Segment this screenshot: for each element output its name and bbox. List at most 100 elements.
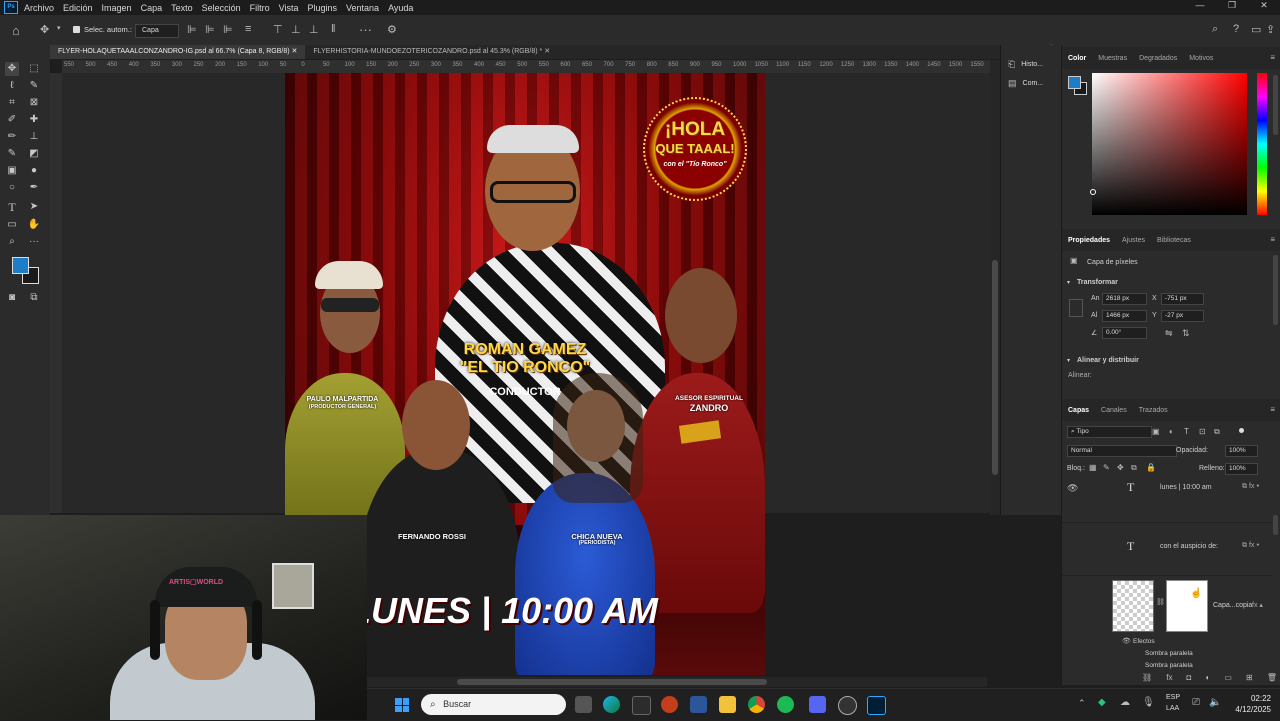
language-top[interactable]: ESP — [1166, 694, 1180, 701]
layer-select-dropdown[interactable]: Capa — [135, 24, 179, 38]
panel-menu-icon[interactable]: ≡ — [1270, 53, 1275, 62]
menu-archivo[interactable]: Archivo — [24, 3, 54, 13]
help-icon[interactable]: ? — [1233, 23, 1239, 35]
lasso-tool-icon[interactable]: ℓ — [5, 79, 19, 93]
eye-icon[interactable]: 👁 — [1067, 483, 1078, 494]
menu-seleccion[interactable]: Selección — [202, 3, 241, 13]
lock-pixels-icon[interactable]: ✎ — [1103, 463, 1110, 472]
windows-start-icon[interactable] — [395, 698, 409, 712]
tab-flyer-hola[interactable]: FLYER-HOLAQUETAAALCONZANDRO-IG.psd al 66… — [50, 45, 306, 59]
language-bottom[interactable]: LAA — [1166, 705, 1179, 712]
tab-bibliotecas[interactable]: Bibliotecas — [1157, 237, 1191, 244]
distribute-vertical-icon[interactable]: ‖ — [331, 23, 336, 35]
distribute-icon[interactable]: ≡ — [245, 23, 251, 35]
taskbar-search[interactable]: ⌕ Buscar — [421, 694, 566, 715]
clock-date[interactable]: 4/12/2025 — [1217, 705, 1271, 714]
effects-eye-icon[interactable]: 👁 — [1122, 637, 1131, 645]
lock-position-icon[interactable]: ✥ — [1117, 463, 1124, 472]
tab-capas[interactable]: Capas — [1068, 407, 1089, 414]
workspace-icon[interactable]: ▭ — [1251, 23, 1261, 36]
panel-menu-icon[interactable]: ≡ — [1270, 405, 1275, 414]
hand-tool-icon[interactable]: ✋ — [27, 218, 41, 232]
home-icon[interactable]: ⌂ — [12, 23, 20, 38]
hue-slider[interactable] — [1257, 73, 1267, 215]
fx-add-icon[interactable]: fx — [1166, 673, 1172, 685]
new-layer-icon[interactable]: ⊞ — [1246, 673, 1253, 685]
effect-item[interactable]: Sombra paralela — [1145, 650, 1193, 657]
blend-mode-dropdown[interactable]: Normal — [1067, 445, 1177, 457]
auto-select-checkbox[interactable] — [73, 26, 80, 33]
layer-row[interactable]: T con el auspicio de: ⧉ fx ▾ — [1062, 523, 1272, 576]
file-explorer-icon[interactable] — [719, 696, 736, 713]
canvas-horizontal-scrollbar[interactable] — [367, 677, 987, 687]
spotify-icon[interactable] — [777, 696, 794, 713]
chevron-down-icon[interactable]: ▾ — [57, 24, 61, 32]
restore-icon[interactable]: ❐ — [1216, 0, 1248, 11]
menu-imagen[interactable]: Imagen — [102, 3, 132, 13]
tab-ajustes[interactable]: Ajustes — [1122, 237, 1145, 244]
width-field[interactable]: 2618 px — [1102, 293, 1147, 305]
minimize-icon[interactable]: — — [1184, 0, 1216, 11]
menu-plugins[interactable]: Plugins — [308, 3, 338, 13]
fx-icon[interactable]: ⧉ fx ▾ — [1242, 483, 1259, 491]
lock-transparency-icon[interactable]: ▦ — [1089, 463, 1097, 472]
chain-link-icon[interactable]: ⛓ — [1156, 598, 1165, 606]
close-icon[interactable]: ✕ — [292, 48, 298, 55]
chevron-down-icon[interactable]: ▾ — [1067, 279, 1070, 286]
screen-mode-icon[interactable]: ⧉ — [27, 291, 41, 305]
tab-motivos[interactable]: Motivos — [1189, 55, 1213, 62]
tab-muestras[interactable]: Muestras — [1098, 55, 1127, 62]
more-tools-icon[interactable]: ··· — [27, 235, 41, 249]
menu-ventana[interactable]: Ventana — [346, 3, 379, 13]
adjustment-layer-icon[interactable]: ◐ — [1205, 673, 1210, 685]
layer-filter-dropdown[interactable]: ⌕ Tipo — [1067, 426, 1152, 438]
menu-ayuda[interactable]: Ayuda — [388, 3, 413, 13]
discord-icon[interactable] — [809, 696, 826, 713]
chrome-icon[interactable] — [748, 696, 765, 713]
task-view-icon[interactable] — [575, 696, 592, 713]
layers-scrollbar[interactable] — [1273, 515, 1278, 535]
microphone-icon[interactable]: 🎙 — [1142, 697, 1155, 708]
add-mask-icon[interactable]: ◘ — [1187, 673, 1192, 685]
tab-canales[interactable]: Canales — [1101, 407, 1127, 414]
fx-icon[interactable]: fx ▴ — [1252, 601, 1263, 609]
filter-type-icon[interactable]: T — [1184, 427, 1189, 436]
rectangle-tool-icon[interactable]: ▭ — [5, 218, 19, 232]
gradient-tool-icon[interactable]: ▣ — [5, 164, 19, 178]
edge-icon[interactable] — [603, 696, 620, 713]
security-icon[interactable]: ◆ — [1098, 697, 1106, 708]
fill-field[interactable]: 100% — [1225, 463, 1258, 475]
filter-smart-object-icon[interactable]: ⧉ — [1214, 427, 1220, 437]
share-icon[interactable]: ⇪ — [1266, 23, 1275, 36]
flip-vertical-icon[interactable]: ⇅ — [1182, 328, 1190, 339]
align-center-icon[interactable]: ⊫ — [205, 23, 215, 36]
height-field[interactable]: 1466 px — [1102, 310, 1147, 322]
foreground-color-swatch[interactable] — [12, 257, 29, 274]
tab-degradados[interactable]: Degradados — [1139, 55, 1177, 62]
fx-icon[interactable]: ⧉ fx ▾ — [1242, 542, 1259, 550]
align-right-icon[interactable]: ⊫ — [223, 23, 233, 36]
filter-shape-icon[interactable]: ⊡ — [1199, 427, 1206, 436]
color-picker-field[interactable] — [1090, 73, 1247, 215]
photoshop-taskbar-icon[interactable] — [867, 696, 886, 715]
move-tool-icon[interactable]: ✥ — [40, 23, 49, 36]
trash-icon[interactable]: 🗑 — [1267, 673, 1277, 685]
stamp-tool-icon[interactable]: ⊥ — [27, 130, 41, 144]
brush-tool-icon[interactable]: ✏ — [5, 130, 19, 144]
new-group-icon[interactable]: ▭ — [1224, 673, 1232, 685]
align-bottom-icon[interactable]: ⊥ — [309, 23, 319, 36]
type-tool-icon[interactable]: T — [5, 200, 19, 214]
menu-vista[interactable]: Vista — [279, 3, 299, 13]
dodge-tool-icon[interactable]: ○ — [5, 181, 19, 195]
quick-mask-icon[interactable]: ◙ — [5, 291, 19, 305]
lock-all-icon[interactable]: 🔒 — [1146, 463, 1156, 472]
chevron-up-icon[interactable]: ⌃ — [1078, 698, 1086, 709]
filter-pixel-icon[interactable]: ▣ — [1152, 427, 1160, 436]
angle-field[interactable]: 0.00° — [1102, 327, 1147, 339]
filter-adjustment-icon[interactable]: ◐ — [1169, 427, 1174, 436]
crop-tool-icon[interactable]: ⌗ — [5, 96, 19, 110]
magic-wand-icon[interactable]: ✎ — [27, 79, 41, 93]
color-picker-cursor[interactable] — [1090, 189, 1096, 195]
canvas-vertical-scrollbar[interactable] — [990, 60, 1000, 515]
store-icon[interactable] — [632, 696, 651, 715]
